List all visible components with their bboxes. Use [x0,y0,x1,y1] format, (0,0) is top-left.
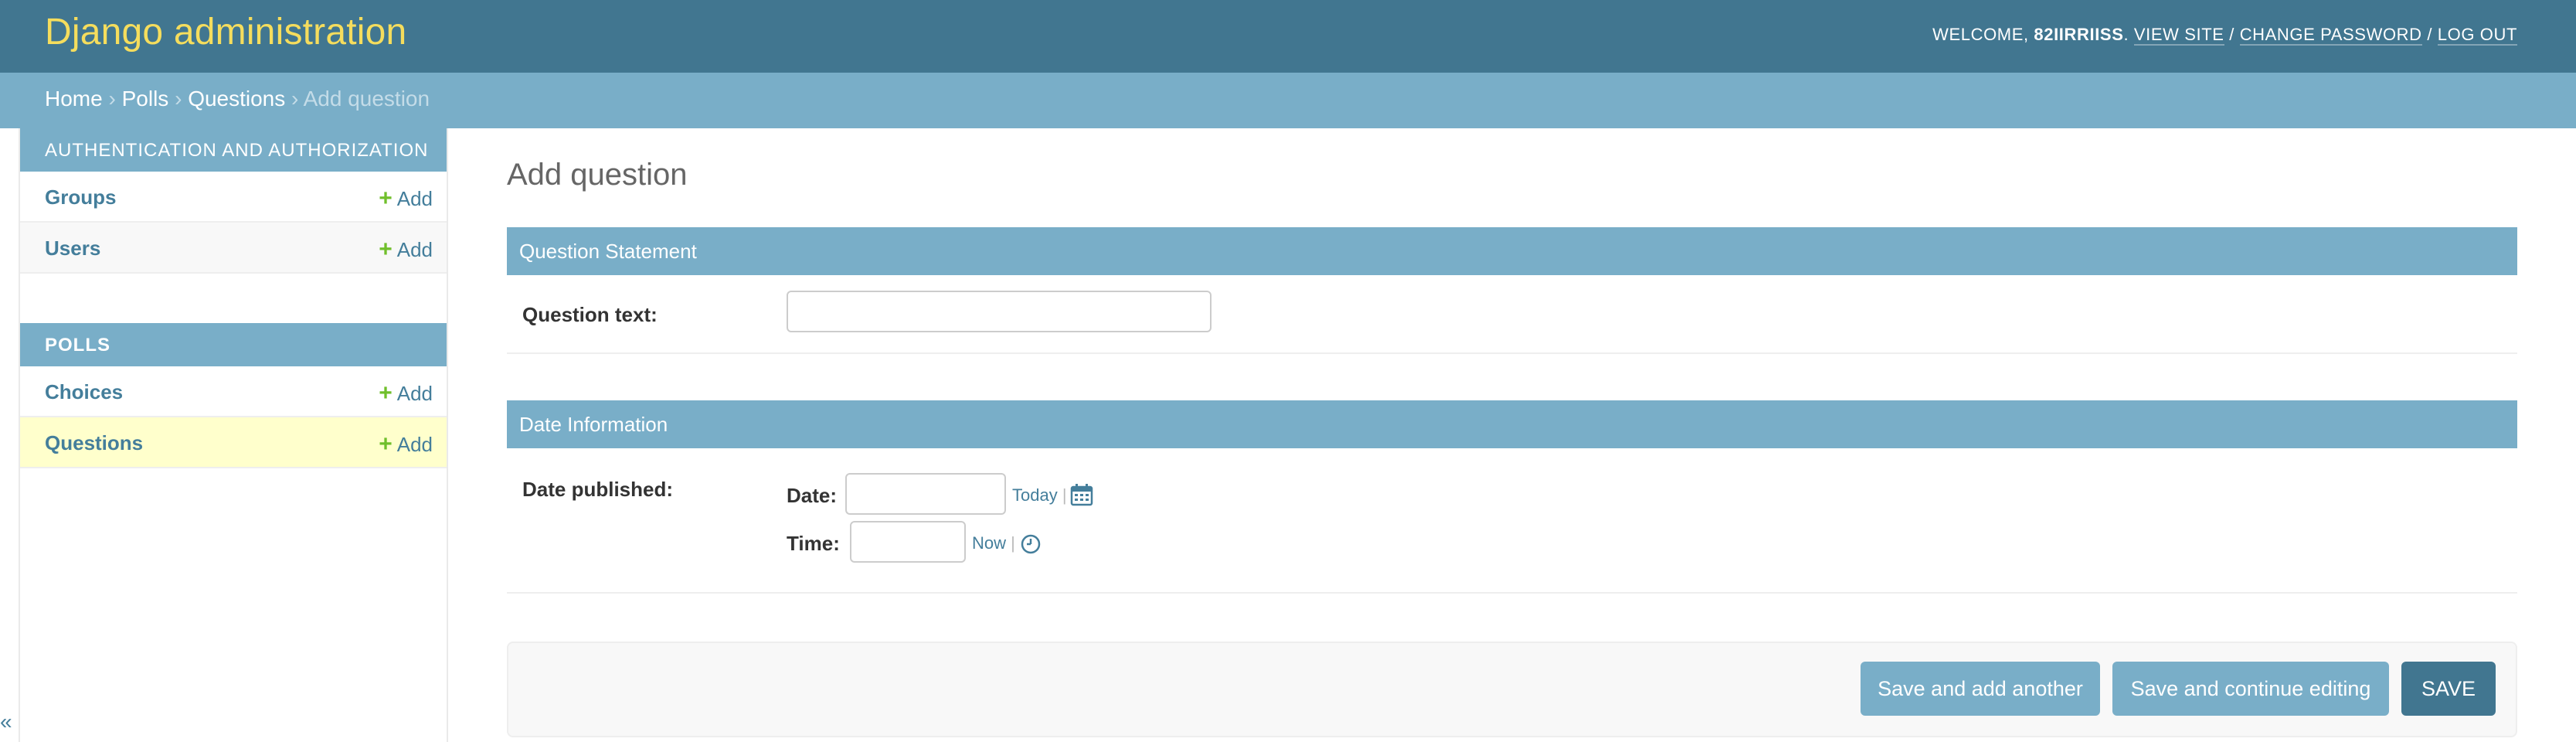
breadcrumb-polls[interactable]: Polls [122,87,169,111]
breadcrumb: Home › Polls › Questions › Add question [0,73,2576,128]
fieldset-title-question-statement: Question Statement [507,227,2517,275]
sidebar-item-label[interactable]: Groups [45,186,116,209]
change-password-link[interactable]: CHANGE PASSWORD [2239,25,2422,46]
sidebar-item-groups: Groups + Add [20,172,447,223]
plus-icon: + [379,237,393,262]
add-questions-link[interactable]: + Add [379,431,433,458]
time-label: Time: [787,532,840,555]
form-row-divider [507,352,2517,354]
calendar-icon[interactable] [1069,482,1094,507]
save-and-add-another-button[interactable]: Save and add another [1861,662,2100,716]
sidebar-item-label[interactable]: Choices [45,380,123,404]
breadcrumb-questions[interactable]: Questions [188,87,285,111]
plus-icon: + [379,186,393,211]
module-auth: AUTHENTICATION AND AUTHORIZATION Groups … [20,128,447,274]
breadcrumb-current: Add question [303,87,430,111]
sidebar-item-label[interactable]: Users [45,237,100,260]
form-row-divider [507,592,2517,594]
breadcrumb-separator: › [168,87,189,111]
add-choices-link[interactable]: + Add [379,380,433,407]
module-polls: POLLS Choices + Add Questions + Add [20,323,447,468]
question-text-label: Question text: [522,303,658,326]
date-shortcuts: Today | [1012,485,1067,505]
save-and-continue-button[interactable]: Save and continue editing [2112,662,2389,716]
date-label: Date: [787,484,838,507]
add-users-link[interactable]: + Add [379,237,433,263]
sidebar-item-label[interactable]: Questions [45,431,143,455]
sidebar-item-choices: Choices + Add [20,366,447,417]
add-label: Add [396,187,433,210]
nav-sidebar: AUTHENTICATION AND AUTHORIZATION Groups … [19,128,448,742]
welcome-text: WELCOME, [1932,25,2029,44]
time-shortcuts: Now | [972,533,1015,553]
page-title: Add question [507,158,688,192]
date-input[interactable] [845,473,1006,515]
shortcut-separator: | [1011,533,1015,553]
add-groups-link[interactable]: + Add [379,186,433,212]
view-site-link[interactable]: VIEW SITE [2133,25,2224,46]
plus-icon: + [379,380,393,406]
date-published-label: Date published: [522,478,674,501]
module-caption-auth[interactable]: AUTHENTICATION AND AUTHORIZATION [20,128,447,172]
sidebar-collapse-toggle[interactable]: « [0,710,12,734]
fieldset-title-date-information: Date Information [507,400,2517,448]
header-bar: Django administration WELCOME, 82IIRRIIS… [0,0,2576,73]
module-caption-polls[interactable]: POLLS [20,323,447,366]
sidebar-item-questions: Questions + Add [20,417,447,468]
user-tools-separator: / [2421,25,2438,44]
breadcrumb-separator: › [285,87,304,111]
clock-icon[interactable] [1020,533,1042,555]
time-input[interactable] [850,521,966,563]
sidebar-item-users: Users + Add [20,223,447,274]
now-link[interactable]: Now [972,533,1006,553]
add-label: Add [396,238,433,261]
add-label: Add [396,433,433,456]
submit-row: Save and add another Save and continue e… [507,642,2517,737]
username: 82IIRRIISS [2034,25,2124,44]
period: . [2123,25,2129,44]
question-text-input[interactable] [787,291,1212,332]
log-out-link[interactable]: LOG OUT [2437,25,2517,46]
breadcrumb-separator: › [102,87,122,111]
site-branding[interactable]: Django administration [45,11,406,53]
plus-icon: + [379,431,393,457]
user-tools: WELCOME, 82IIRRIISS. VIEW SITE / CHANGE … [1932,25,2517,46]
add-label: Add [396,382,433,405]
today-link[interactable]: Today [1012,485,1058,505]
shortcut-separator: | [1062,485,1067,505]
user-tools-separator: / [2224,25,2240,44]
save-button[interactable]: SAVE [2401,662,2496,716]
breadcrumb-home[interactable]: Home [45,87,103,111]
